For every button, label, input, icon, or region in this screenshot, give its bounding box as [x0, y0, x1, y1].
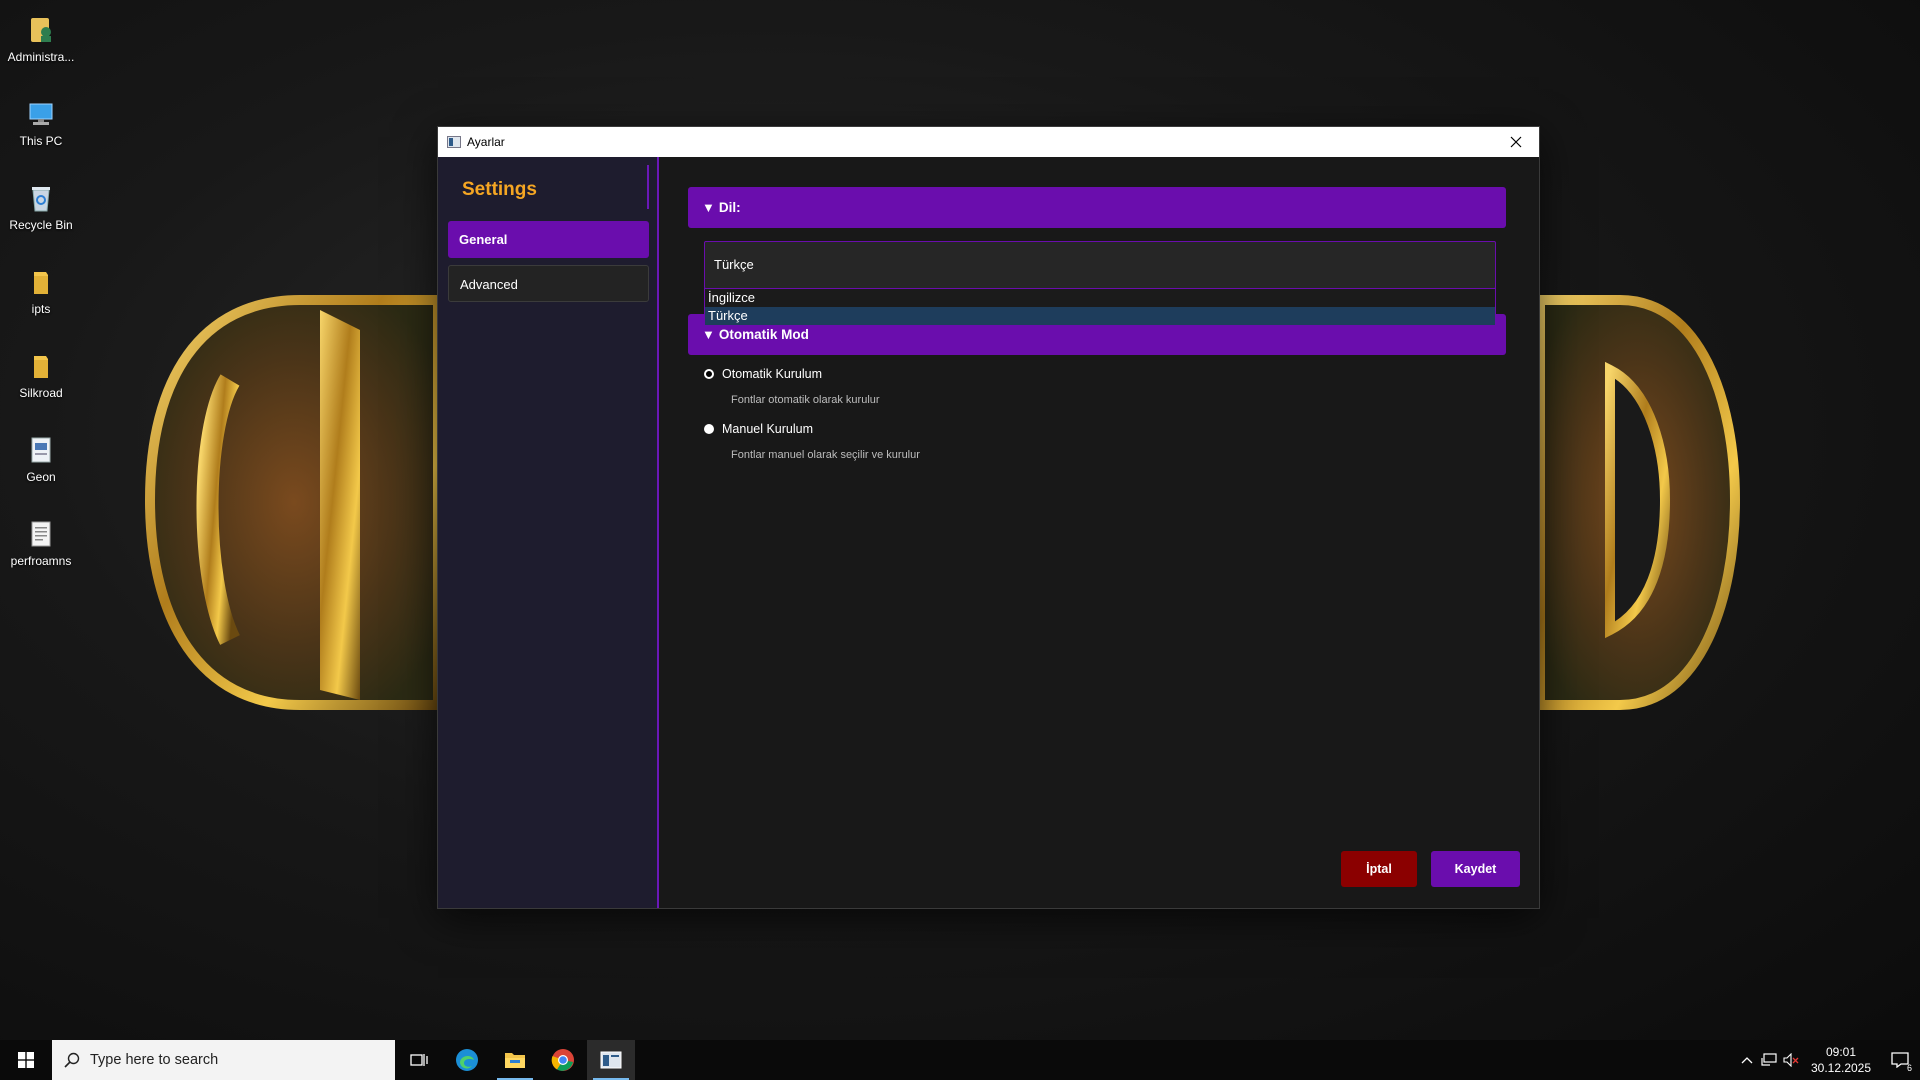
- cancel-button[interactable]: İptal: [1341, 851, 1417, 887]
- notification-count: 6: [1906, 1063, 1912, 1073]
- app-window-icon: [600, 1051, 622, 1069]
- volume-tray-button[interactable]: [1780, 1040, 1802, 1080]
- desktop-icon-silkroad[interactable]: Silkroad: [2, 342, 80, 416]
- window-titlebar[interactable]: Ayarlar: [438, 127, 1539, 157]
- desktop-icon-recycle-bin[interactable]: Recycle Bin: [2, 174, 80, 248]
- chevron-up-icon: [1741, 1057, 1753, 1064]
- notifications-button[interactable]: 6: [1880, 1040, 1920, 1080]
- windows-logo-icon: [18, 1052, 34, 1068]
- desktop-icon-administrator[interactable]: Administra...: [2, 6, 80, 80]
- show-hidden-icons-button[interactable]: [1736, 1040, 1758, 1080]
- collapse-triangle-icon: ▼: [702, 200, 715, 215]
- task-view-icon: [410, 1054, 428, 1066]
- document-icon: [31, 437, 51, 463]
- user-folder-icon: [31, 18, 51, 42]
- folder-icon: [34, 356, 48, 378]
- mode-section-title: Otomatik Mod: [718, 327, 809, 342]
- taskbar-settings-app[interactable]: [587, 1040, 635, 1080]
- clock-date: 30.12.2025: [1810, 1061, 1872, 1075]
- sidebar-item-advanced[interactable]: Advanced: [448, 265, 649, 302]
- collapse-triangle-icon: ▼: [702, 327, 715, 342]
- radio-automatic-description: Fontlar otomatik olarak kurulur: [731, 394, 880, 406]
- radio-checked-icon: [704, 369, 714, 379]
- close-icon: [1510, 136, 1522, 148]
- window-title: Ayarlar: [467, 135, 505, 149]
- edge-browser-icon: [456, 1049, 478, 1071]
- language-option-turkish[interactable]: Türkçe: [705, 307, 1495, 325]
- taskbar-chrome[interactable]: [539, 1040, 587, 1080]
- start-button[interactable]: [0, 1040, 52, 1080]
- network-tray-button[interactable]: [1758, 1040, 1780, 1080]
- desktop-icon-geon[interactable]: Geon: [2, 426, 80, 500]
- radio-unchecked-icon: [704, 424, 714, 434]
- folder-icon: [34, 272, 48, 294]
- clock-time: 09:01: [1825, 1045, 1857, 1059]
- settings-window: Ayarlar Settings General Advanced ▼ Dil:…: [438, 127, 1539, 908]
- chrome-browser-icon: [551, 1049, 574, 1071]
- search-icon: [64, 1052, 80, 1068]
- language-section-header[interactable]: ▼ Dil:: [688, 187, 1506, 228]
- language-dropdown-list: İngilizce Türkçe: [704, 288, 1496, 325]
- task-view-button[interactable]: [395, 1040, 443, 1080]
- close-button[interactable]: [1493, 127, 1539, 157]
- language-select[interactable]: Türkçe: [704, 241, 1496, 289]
- search-placeholder: Type here to search: [90, 1052, 219, 1068]
- language-option-english[interactable]: İngilizce: [705, 289, 1495, 307]
- taskbar-clock[interactable]: 09:01 30.12.2025: [1806, 1044, 1876, 1076]
- settings-content: ▼ Dil: Türkçe İngilizce Türkçe ▼ Otomati…: [659, 157, 1539, 908]
- radio-automatic-install[interactable]: Otomatik Kurulum: [704, 367, 822, 381]
- radio-manual-label: Manuel Kurulum: [722, 422, 814, 436]
- file-explorer-icon: [505, 1053, 525, 1068]
- taskbar-search-box[interactable]: Type here to search: [52, 1040, 395, 1080]
- window-client: Settings General Advanced ▼ Dil: Türkçe …: [438, 157, 1539, 908]
- save-button[interactable]: Kaydet: [1431, 851, 1520, 887]
- system-tray: 09:01 30.12.2025 6: [1736, 1040, 1920, 1080]
- taskbar: Type here to search 09:01 30.12.2025 6: [0, 1040, 1920, 1080]
- computer-icon: [29, 103, 53, 125]
- sidebar-title: Settings: [448, 165, 649, 209]
- radio-automatic-label: Otomatik Kurulum: [722, 367, 823, 381]
- recycle-bin-icon: [32, 187, 50, 212]
- taskbar-file-explorer[interactable]: [491, 1040, 539, 1080]
- radio-manual-description: Fontlar manuel olarak seçilir ve kurulur: [731, 449, 920, 461]
- sidebar-item-general[interactable]: General: [448, 221, 649, 258]
- network-icon: [1761, 1053, 1777, 1066]
- radio-manual-install[interactable]: Manuel Kurulum: [704, 422, 813, 436]
- taskbar-edge[interactable]: [443, 1040, 491, 1080]
- desktop-icon-perfroamns[interactable]: perfroamns: [2, 510, 80, 584]
- language-section-title: Dil:: [718, 200, 741, 215]
- app-icon: [447, 136, 461, 148]
- desktop-icon-this-pc[interactable]: This PC: [2, 90, 80, 164]
- volume-muted-icon: [1783, 1053, 1799, 1067]
- desktop-icon-ipts[interactable]: ipts: [2, 258, 80, 332]
- text-file-icon: [31, 521, 51, 547]
- sidebar: Settings General Advanced: [438, 157, 659, 908]
